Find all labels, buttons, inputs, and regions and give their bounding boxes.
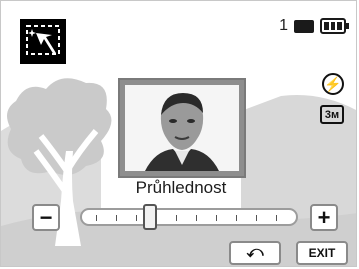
increase-button[interactable]: + bbox=[310, 204, 338, 231]
magic-frame-icon bbox=[26, 25, 60, 55]
preview-photo-frame bbox=[118, 78, 246, 178]
transparency-label: Průhlednost bbox=[135, 178, 227, 197]
photo-size-icon: 3м bbox=[320, 105, 344, 124]
camera-screen: 1 ⚡ 3м Průhlednost − + ⤺ EXIT bbox=[0, 0, 357, 267]
exit-button[interactable]: EXIT bbox=[296, 241, 348, 265]
shots-remaining: 1 bbox=[279, 17, 288, 34]
back-button[interactable]: ⤺ bbox=[229, 241, 281, 265]
portrait-image bbox=[125, 85, 239, 171]
battery-full-icon bbox=[320, 18, 349, 34]
memory-card-icon bbox=[294, 19, 314, 33]
transparency-slider[interactable] bbox=[80, 204, 298, 230]
slider-handle[interactable] bbox=[143, 204, 158, 230]
back-arrow-icon: ⤺ bbox=[246, 244, 264, 261]
flash-icon: ⚡ bbox=[322, 73, 344, 95]
exit-label: EXIT bbox=[308, 246, 336, 260]
magic-frame-mode-icon[interactable] bbox=[20, 19, 66, 64]
decrease-button[interactable]: − bbox=[32, 204, 60, 231]
status-bar: 1 bbox=[279, 17, 349, 35]
